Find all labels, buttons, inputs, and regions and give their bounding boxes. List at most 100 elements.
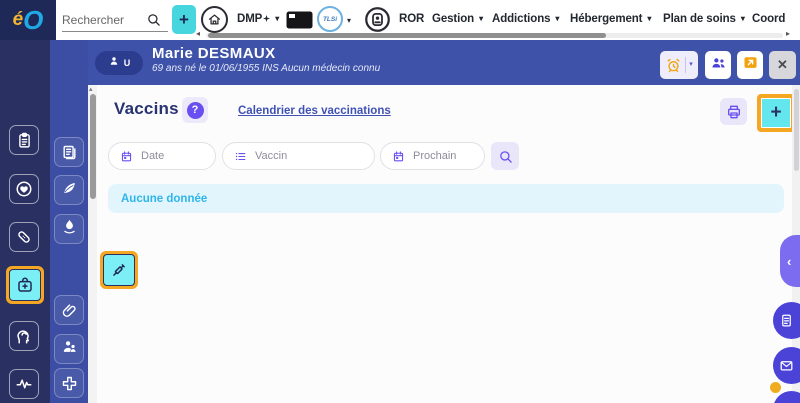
search-icon[interactable]	[146, 12, 161, 27]
bandage-icon	[15, 228, 33, 246]
vaccination-calendar-link[interactable]: Calendrier des vaccinations	[238, 105, 391, 117]
alarm-clock-icon	[665, 57, 682, 74]
page-scrollbar-thumb[interactable]	[794, 89, 799, 171]
question-mark-icon: ?	[187, 102, 204, 119]
patient-name: Marie DESMAUX	[152, 45, 276, 62]
topbar-scrollbar-thumb[interactable]	[208, 33, 606, 38]
empty-state-message: Aucune donnée	[108, 184, 784, 213]
home-icon	[207, 12, 222, 27]
new-item-button[interactable]: +	[172, 5, 196, 34]
content-scrollbar-thumb[interactable]	[90, 94, 96, 199]
dmp-star-icon	[263, 13, 270, 25]
scroll-right-arrow[interactable]: ▸	[786, 29, 790, 38]
filter-date[interactable]	[108, 142, 216, 170]
care-team-button[interactable]	[705, 51, 731, 79]
sidebar-item-addictions[interactable]	[54, 214, 84, 244]
home-button[interactable]	[201, 6, 228, 33]
menu-gestion[interactable]: Gestion ▾	[432, 13, 483, 25]
caret-down-icon: ▾	[647, 13, 651, 25]
search-input[interactable]	[62, 13, 146, 27]
vaccines-panel: ▴ Vaccins ? Calendrier des vaccinations …	[88, 85, 800, 403]
document-icon	[779, 313, 794, 328]
syringe-icon	[103, 254, 135, 286]
filter-vaccine[interactable]	[222, 142, 375, 170]
plus-icon: +	[179, 10, 189, 30]
close-patient-button[interactable]: ✕	[769, 51, 796, 79]
sidebar-item-leaf[interactable]	[54, 175, 84, 205]
ror-icon[interactable]	[364, 6, 391, 33]
sidebar-item-notes[interactable]	[9, 125, 39, 155]
sidebar-item-treatments[interactable]	[9, 222, 39, 252]
patient-badge: U	[124, 58, 131, 68]
tlsi-logo: TLSi	[323, 16, 337, 23]
scroll-up-arrow[interactable]: ▴	[89, 85, 93, 93]
global-search	[62, 8, 168, 32]
leaf-icon	[61, 179, 78, 201]
caret-down-icon: ▾	[479, 13, 483, 25]
heart-circle-icon	[15, 180, 33, 198]
next-filter-input[interactable]	[413, 150, 484, 162]
filter-search-button[interactable]	[491, 142, 519, 170]
sidebar-item-journal[interactable]	[54, 137, 84, 167]
tlsi-caret-icon[interactable]: ▾	[347, 15, 351, 27]
paperclip-icon	[61, 302, 78, 319]
patient-details: 69 ans né le 01/06/1955 INS Aucun médeci…	[152, 63, 380, 74]
search-icon	[498, 149, 513, 164]
menu-hebergement[interactable]: Hébergement ▾	[570, 13, 651, 25]
chevron-left-icon: ‹	[787, 254, 791, 269]
app-logo[interactable]: éO	[0, 0, 56, 40]
calendar-icon	[392, 150, 405, 163]
logo-text: é	[13, 9, 24, 31]
journal-icon	[61, 144, 78, 161]
date-filter-input[interactable]	[141, 150, 215, 162]
sidebar-item-vaccines-active[interactable]	[100, 251, 138, 289]
scroll-left-arrow[interactable]: ◂	[196, 29, 200, 38]
filter-next-date[interactable]	[380, 142, 485, 170]
printer-icon	[726, 104, 742, 120]
topbar: éO + DMP ▾ TLSi ▾	[0, 0, 800, 40]
menu-ror[interactable]: ROR	[399, 13, 424, 25]
group-icon	[710, 54, 727, 76]
secondary-sidebar: STOP	[50, 40, 88, 403]
side-panel-toggle[interactable]: ‹	[780, 235, 800, 287]
flame-icon	[61, 218, 78, 240]
sidebar-item-messages[interactable]	[9, 174, 39, 204]
sidebar-item-medical-cross[interactable]	[54, 368, 84, 398]
clipboard-icon	[16, 132, 33, 149]
divider	[685, 57, 686, 73]
menu-plan-de-soins[interactable]: Plan de soins ▾	[663, 13, 745, 25]
sidebar-item-psychology[interactable]	[9, 321, 39, 351]
card-exchange-button[interactable]	[737, 51, 763, 79]
caret-down-icon: ▾	[741, 13, 745, 25]
notification-badge	[770, 382, 781, 393]
menu-coord[interactable]: Coord	[752, 13, 785, 25]
add-vaccine-button-highlighted[interactable]: +	[757, 94, 795, 132]
primary-sidebar	[0, 40, 50, 403]
heartbeat-icon	[15, 375, 33, 393]
vitale-card-button[interactable]	[286, 11, 313, 34]
cross-icon	[61, 375, 78, 392]
sidebar-item-family[interactable]	[54, 334, 84, 364]
reminder-button[interactable]: ▾	[660, 51, 698, 79]
medical-bag-icon	[9, 269, 41, 301]
close-icon: ✕	[777, 57, 788, 73]
sidebar-item-medical-kit-active[interactable]	[6, 266, 44, 304]
list-icon	[234, 150, 247, 163]
vaccine-filter-input[interactable]	[255, 150, 374, 162]
family-icon	[61, 338, 78, 360]
caret-down-icon: ▾	[555, 13, 559, 25]
sidebar-item-vitals[interactable]	[9, 369, 39, 399]
sidebar-item-attachments[interactable]	[54, 295, 84, 325]
print-button[interactable]	[720, 98, 747, 125]
tlsi-button[interactable]: TLSi	[317, 6, 343, 32]
help-button[interactable]: ?	[182, 97, 208, 123]
menu-dmp[interactable]: DMP ▾	[237, 13, 279, 25]
patient-type-pill[interactable]: U	[95, 51, 143, 75]
person-icon	[108, 54, 120, 72]
plus-icon: +	[761, 98, 791, 128]
patient-banner: U Marie DESMAUX 69 ans né le 01/06/1955 …	[56, 38, 800, 85]
app-window: éO + DMP ▾ TLSi ▾	[0, 0, 800, 403]
page-title: Vaccins	[114, 99, 179, 119]
orange-card-icon	[742, 54, 759, 76]
menu-addictions[interactable]: Addictions ▾	[492, 13, 559, 25]
